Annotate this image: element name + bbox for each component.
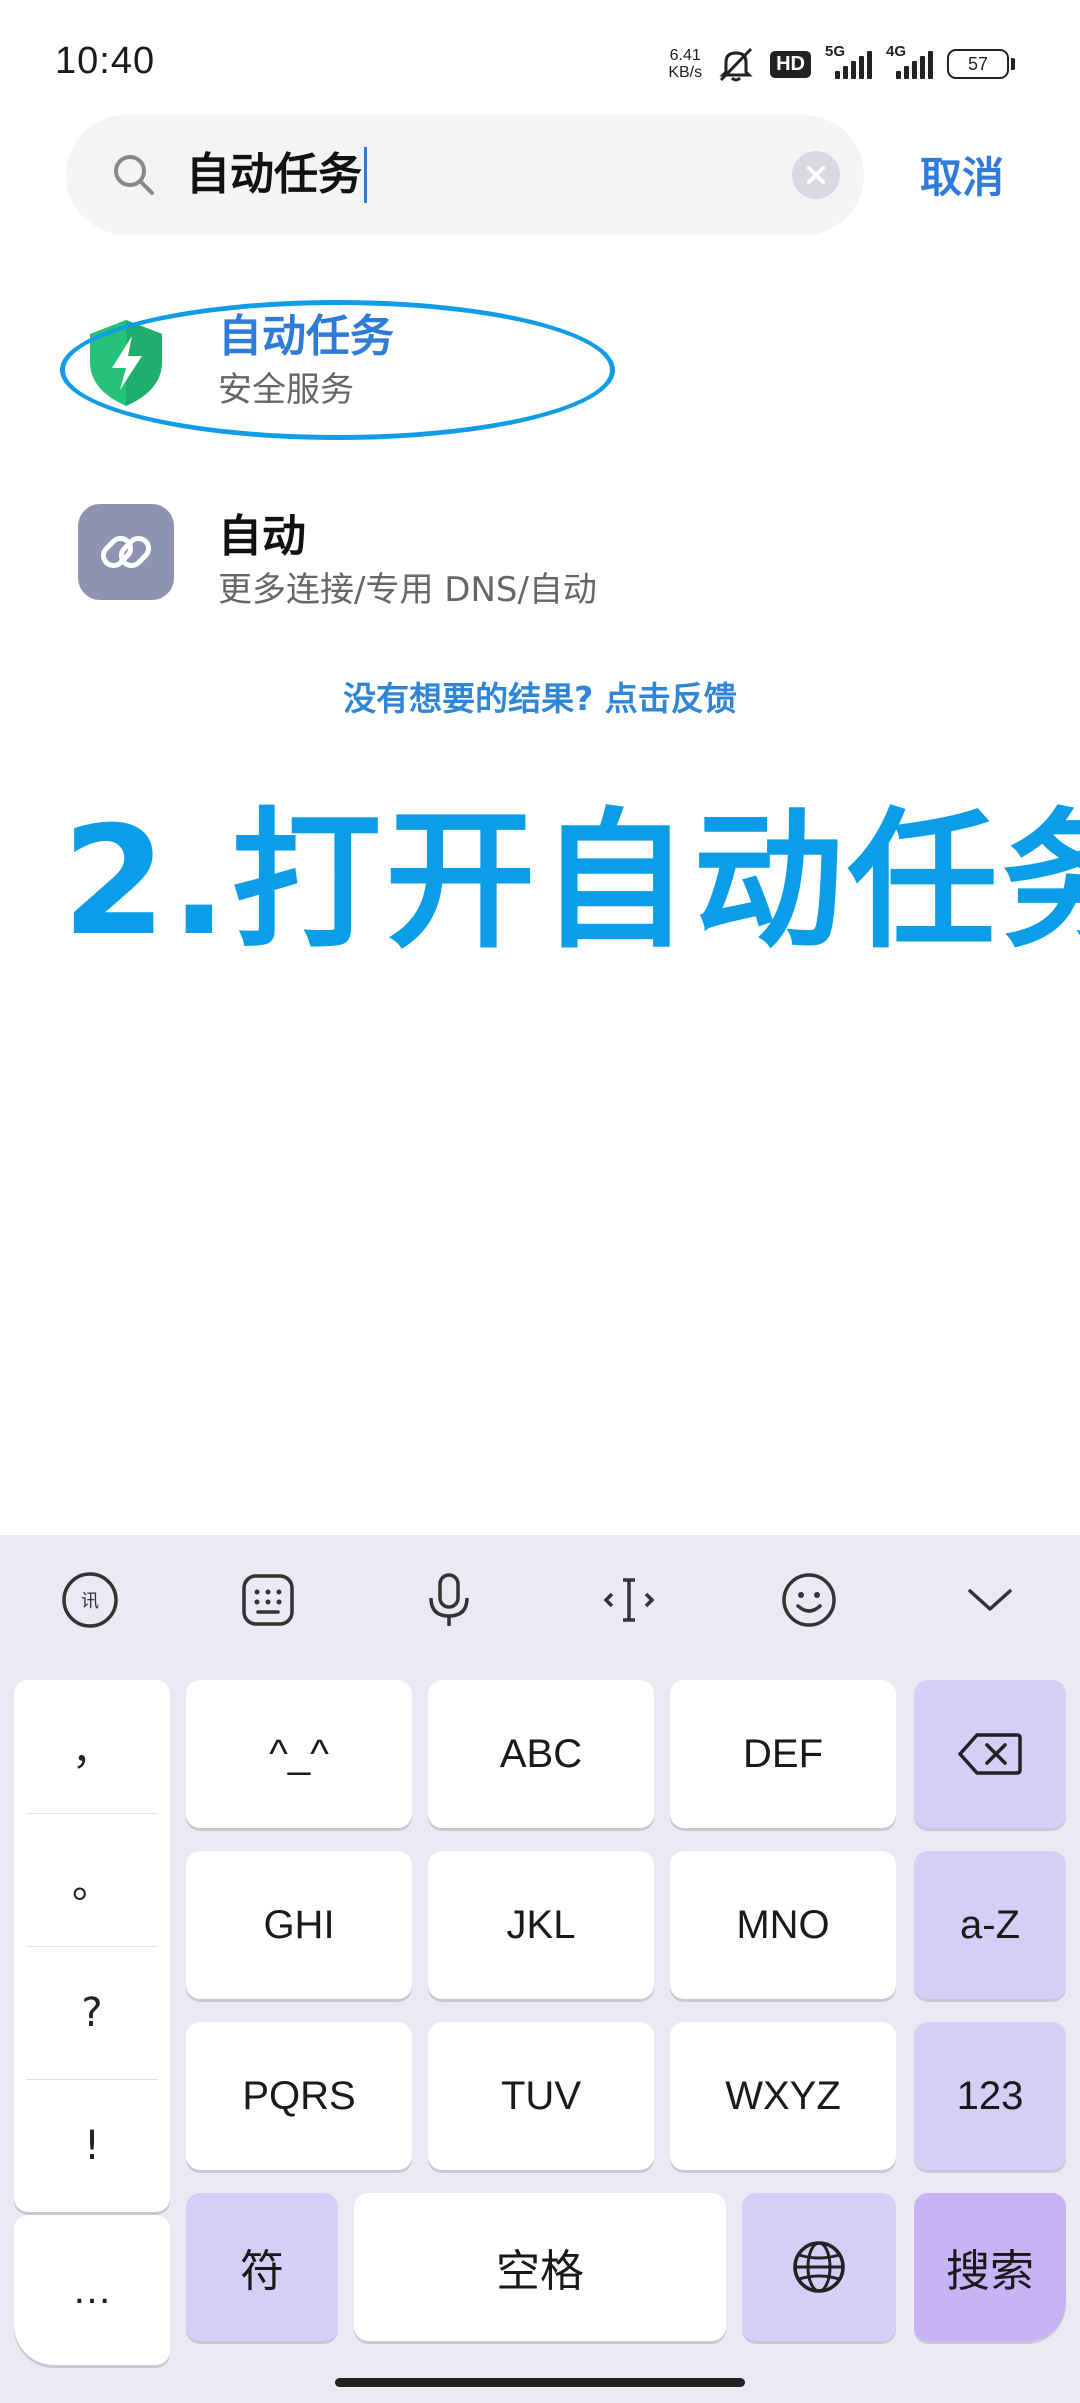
input-method-icon: 讯: [62, 1572, 118, 1628]
home-indicator[interactable]: [335, 2378, 745, 2387]
search-icon: [114, 155, 154, 195]
search-key[interactable]: 搜索: [914, 2193, 1066, 2341]
result-subtitle: 更多连接/专用 DNS/自动: [218, 570, 597, 610]
emoji-button[interactable]: [777, 1568, 841, 1632]
emoji-icon: [782, 1573, 836, 1627]
clear-search-button[interactable]: [792, 151, 840, 199]
link-icon: [78, 504, 174, 600]
input-method-button[interactable]: 讯: [58, 1568, 122, 1632]
key-tuv[interactable]: TUV: [428, 2022, 654, 2170]
keyboard: 讯 ， 。 ? ! … ^_^ ABC DEF GHI JKL MNO PQRS…: [0, 1535, 1080, 2403]
key-pqrs[interactable]: PQRS: [186, 2022, 412, 2170]
tutorial-caption: 2.打开自动任务: [62, 795, 1080, 969]
microphone-icon: [429, 1573, 469, 1626]
space-key[interactable]: 空格: [354, 2193, 726, 2341]
result-subtitle: 安全服务: [218, 370, 354, 410]
backspace-icon: [958, 1733, 1022, 1775]
network-speed: 6.41 KB/s: [668, 47, 702, 81]
network-speed-unit: KB/s: [668, 64, 703, 81]
search-box[interactable]: 自动任务: [66, 115, 864, 235]
language-switch-key[interactable]: [742, 2193, 896, 2341]
ellipsis-key[interactable]: …: [14, 2215, 170, 2365]
key-ghi[interactable]: GHI: [186, 1851, 412, 1999]
keyboard-layout-button[interactable]: [236, 1568, 300, 1632]
collapse-chevron-icon: [968, 1589, 1012, 1611]
number-mode-key[interactable]: 123: [914, 2022, 1066, 2170]
search-input[interactable]: 自动任务: [186, 139, 367, 211]
letter-mode-key[interactable]: a-Z: [914, 1851, 1066, 1999]
status-time: 10:40: [55, 40, 156, 82]
key-jkl[interactable]: JKL: [428, 1851, 654, 1999]
key-abc[interactable]: ABC: [428, 1680, 654, 1828]
battery-level: 57: [947, 49, 1009, 79]
search-result-item[interactable]: 自动任务 安全服务: [0, 290, 1080, 450]
text-cursor: [364, 147, 367, 203]
close-icon: [807, 166, 825, 184]
punctuation-key[interactable]: ?: [14, 1946, 170, 2079]
cursor-icon: [603, 1578, 655, 1622]
keyboard-toolbar: 讯: [0, 1535, 1080, 1665]
sim1-network-label: 5G: [825, 43, 846, 60]
cursor-move-button[interactable]: [597, 1568, 661, 1632]
result-title: 自动: [218, 511, 306, 562]
cancel-button[interactable]: 取消: [920, 144, 1004, 205]
keyboard-layout-icon: [242, 1574, 294, 1626]
globe-icon: [793, 2241, 845, 2293]
network-speed-value: 6.41: [669, 47, 701, 64]
status-icons: 6.41 KB/s HD 5G 4G 57: [668, 42, 1015, 86]
punctuation-column: ， 。 ? !: [14, 1680, 170, 2212]
search-result-item[interactable]: 自动 更多连接/专用 DNS/自动: [0, 488, 1080, 648]
key-wxyz[interactable]: WXYZ: [670, 2022, 896, 2170]
hd-voice-badge: HD: [770, 50, 811, 78]
punctuation-key[interactable]: 。: [14, 1813, 170, 1946]
symbol-key[interactable]: 符: [186, 2193, 338, 2341]
mute-bell-icon: [719, 47, 753, 82]
voice-input-button[interactable]: [417, 1568, 481, 1632]
feedback-link[interactable]: 没有想要的结果? 点击反馈: [0, 672, 1080, 720]
shield-bolt-icon: [90, 320, 162, 406]
search-query: 自动任务: [186, 149, 362, 200]
screen: 10:40 6.41 KB/s HD 5G 4G 57 自动任务 取消 自动任务…: [0, 0, 1080, 2403]
sim1-signal-icon: 5G: [825, 43, 872, 79]
punctuation-key[interactable]: ，: [14, 1680, 170, 1813]
sim2-signal-icon: 4G: [886, 43, 933, 79]
hide-keyboard-button[interactable]: [958, 1568, 1022, 1632]
svg-text:讯: 讯: [81, 1591, 99, 1612]
backspace-key[interactable]: [914, 1680, 1066, 1828]
battery-icon: 57: [947, 49, 1015, 79]
key-emoticon[interactable]: ^_^: [186, 1680, 412, 1828]
result-title: 自动任务: [218, 311, 394, 362]
sim2-network-label: 4G: [886, 43, 907, 60]
key-mno[interactable]: MNO: [670, 1851, 896, 1999]
key-def[interactable]: DEF: [670, 1680, 896, 1828]
punctuation-key[interactable]: !: [14, 2079, 170, 2212]
status-bar: 10:40 6.41 KB/s HD 5G 4G 57: [0, 0, 1080, 120]
